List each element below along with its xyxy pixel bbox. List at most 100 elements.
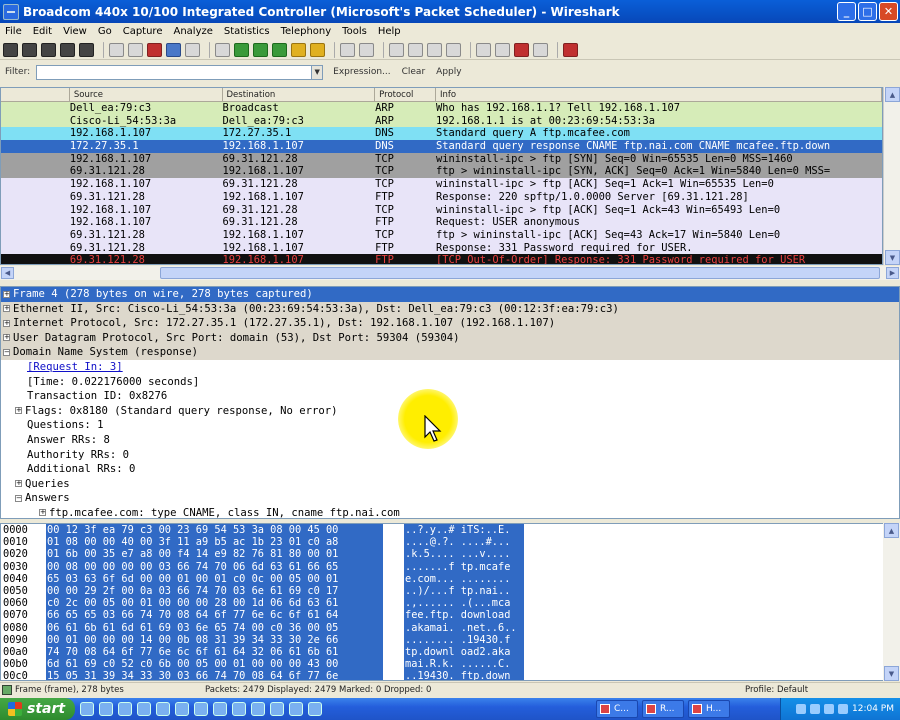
- go-forward-icon[interactable]: [253, 42, 268, 57]
- detail-tree-row[interactable]: + Ethernet II, Src: Cisco-Li_54:53:3a (00…: [1, 301, 899, 317]
- detail-tree-row[interactable]: + ftp.mcafee.com: type CNAME, class IN, c…: [1, 506, 899, 518]
- minimize-button[interactable]: _: [837, 2, 856, 21]
- expand-icon[interactable]: +: [3, 334, 10, 342]
- close-button[interactable]: ✕: [879, 2, 898, 21]
- status-profile[interactable]: Profile: Default: [745, 685, 900, 695]
- coloring-rules-icon[interactable]: [514, 42, 529, 57]
- preferences-icon[interactable]: [533, 42, 548, 57]
- detail-tree-row[interactable]: + Queries: [1, 477, 899, 492]
- display-filters-icon[interactable]: [495, 42, 510, 57]
- collapse-icon[interactable]: −: [3, 348, 10, 356]
- capture-options-icon[interactable]: [22, 42, 37, 57]
- go-back-icon[interactable]: [234, 42, 249, 57]
- quicklaunch-app-icon[interactable]: [213, 702, 227, 716]
- packet-row[interactable]: 172.27.35.1 192.168.1.107 DNS Standard quer…: [1, 140, 882, 153]
- detail-tree-row[interactable]: [Time: 0.022176000 seconds]: [1, 375, 899, 390]
- bytes-ascii[interactable]: fee.ftp. download: [404, 609, 524, 622]
- bytes-hex[interactable]: 66 65 65 03 66 74 70 08 64 6f 77 6e 6c 6…: [46, 609, 383, 622]
- packet-row[interactable]: 69.31.121.28 192.168.1.107 FTP Response: 33…: [1, 241, 882, 255]
- packet-row[interactable]: Dell_ea:79:c3 Broadcast ARP Who has 192.168…: [1, 102, 882, 115]
- bytes-scrollbar[interactable]: ▲ ▼: [883, 523, 900, 681]
- filter-dropdown-arrow[interactable]: ▼: [312, 64, 324, 80]
- column-header-destination[interactable]: Destination: [223, 88, 376, 101]
- apply-button[interactable]: Apply: [436, 67, 461, 77]
- menu-file[interactable]: File: [5, 26, 22, 37]
- capture-filters-icon[interactable]: [476, 42, 491, 57]
- save-file-icon[interactable]: [128, 42, 143, 57]
- quicklaunch-media-icon[interactable]: [137, 702, 151, 716]
- close-file-icon[interactable]: [147, 42, 162, 57]
- restart-capture-icon[interactable]: [79, 42, 94, 57]
- go-first-icon[interactable]: [291, 42, 306, 57]
- taskbar-item[interactable]: C...: [596, 700, 638, 718]
- detail-tree-row[interactable]: Authority RRs: 0: [1, 448, 899, 463]
- quicklaunch-app-icon[interactable]: [251, 702, 265, 716]
- taskbar-item[interactable]: R...: [642, 700, 684, 718]
- packet-row[interactable]: 69.31.121.28 192.168.1.107 FTP [TCP Out-Of-…: [1, 254, 882, 264]
- bytes-ascii[interactable]: .......f tp.mcafe: [404, 560, 524, 573]
- zoom-normal-icon[interactable]: [427, 42, 442, 57]
- hscroll-thumb[interactable]: [160, 267, 880, 279]
- bytes-ascii[interactable]: .k.5.... ...v....: [404, 548, 524, 561]
- bytes-hex[interactable]: 00 12 3f ea 79 c3 00 23 69 54 53 3a 08 0…: [46, 524, 383, 537]
- expand-icon[interactable]: +: [3, 305, 10, 313]
- start-button[interactable]: start: [0, 698, 75, 720]
- clear-button[interactable]: Clear: [402, 67, 426, 77]
- detail-tree-row[interactable]: Additional RRs: 0: [1, 462, 899, 477]
- stop-capture-icon[interactable]: [60, 42, 75, 57]
- quicklaunch-desktop-icon[interactable]: [118, 702, 132, 716]
- column-header-source[interactable]: Source: [70, 88, 223, 101]
- expand-icon[interactable]: +: [3, 319, 10, 327]
- menu-capture[interactable]: Capture: [123, 26, 163, 37]
- packet-row[interactable]: 192.168.1.107 69.31.121.28 TCP wininstall-i…: [1, 203, 882, 217]
- tray-icon[interactable]: [838, 704, 848, 714]
- menu-edit[interactable]: Edit: [33, 26, 52, 37]
- bytes-ascii[interactable]: mai.R.k. ......C.: [404, 658, 524, 671]
- scroll-down-arrow[interactable]: ▼: [884, 666, 899, 681]
- tray-icon[interactable]: [796, 704, 806, 714]
- packet-row[interactable]: 69.31.121.28 192.168.1.107 TCP ftp > winins…: [1, 228, 882, 242]
- packet-row[interactable]: 69.31.121.28 192.168.1.107 FTP Response: 22…: [1, 190, 882, 204]
- menu-statistics[interactable]: Statistics: [224, 26, 270, 37]
- expand-icon[interactable]: +: [15, 480, 22, 488]
- packet-row[interactable]: 69.31.121.28 192.168.1.107 TCP ftp > winins…: [1, 165, 882, 179]
- print-icon[interactable]: [185, 42, 200, 57]
- scroll-down-arrow[interactable]: ▼: [885, 250, 900, 265]
- bytes-ascii[interactable]: tp.downl oad2.aka: [404, 645, 524, 659]
- scroll-left-arrow[interactable]: ◀: [1, 267, 14, 279]
- bytes-hex[interactable]: 01 6b 00 35 e7 a8 00 f4 14 e9 82 76 81 8…: [46, 548, 383, 561]
- detail-tree-row[interactable]: − Answers: [1, 491, 899, 506]
- colorize-icon[interactable]: [340, 42, 355, 57]
- menu-help[interactable]: Help: [378, 26, 401, 37]
- maximize-button[interactable]: □: [858, 2, 877, 21]
- bytes-hex[interactable]: 00 01 00 00 00 14 00 0b 08 31 39 34 33 3…: [46, 633, 383, 646]
- scroll-up-arrow[interactable]: ▲: [884, 523, 899, 538]
- bytes-hex[interactable]: 74 70 08 64 6f 77 6e 6c 6f 61 64 32 06 6…: [46, 645, 383, 659]
- menu-tools[interactable]: Tools: [342, 26, 367, 37]
- bytes-hex[interactable]: 01 08 00 00 40 00 3f 11 a9 b5 ac 1b 23 0…: [46, 536, 383, 549]
- quicklaunch-app-icon[interactable]: [194, 702, 208, 716]
- detail-tree-row[interactable]: [Request In: 3]: [1, 360, 899, 375]
- quicklaunch-explorer-icon[interactable]: [156, 702, 170, 716]
- interfaces-icon[interactable]: [3, 42, 18, 57]
- quicklaunch-ie-icon[interactable]: [80, 702, 94, 716]
- bytes-ascii[interactable]: e.com... ........: [404, 572, 524, 585]
- bytes-ascii[interactable]: ........ .19430.f: [404, 633, 524, 646]
- quicklaunch-outlook-icon[interactable]: [175, 702, 189, 716]
- go-last-icon[interactable]: [310, 42, 325, 57]
- zoom-out-icon[interactable]: [408, 42, 423, 57]
- quicklaunch-app-icon[interactable]: [232, 702, 246, 716]
- column-header-protocol[interactable]: Protocol: [375, 88, 437, 101]
- packet-list-scrollbar[interactable]: ▲ ▼: [883, 87, 900, 265]
- help-icon[interactable]: [563, 42, 578, 57]
- bytes-ascii[interactable]: ..)/...f tp.nai..: [404, 584, 524, 598]
- resize-columns-icon[interactable]: [446, 42, 461, 57]
- menu-view[interactable]: View: [63, 26, 87, 37]
- packet-row[interactable]: 192.168.1.107 172.27.35.1 DNS Standard quer…: [1, 127, 882, 141]
- column-header-info[interactable]: Info: [436, 88, 882, 101]
- expression-button[interactable]: Expression...: [333, 67, 390, 77]
- autoscroll-icon[interactable]: [359, 42, 374, 57]
- bytes-hex[interactable]: 06 61 6b 61 6d 61 69 03 6e 65 74 00 c0 3…: [46, 621, 383, 634]
- filter-input[interactable]: [36, 64, 313, 80]
- packet-list-hscrollbar[interactable]: ◀ ▶: [0, 266, 900, 280]
